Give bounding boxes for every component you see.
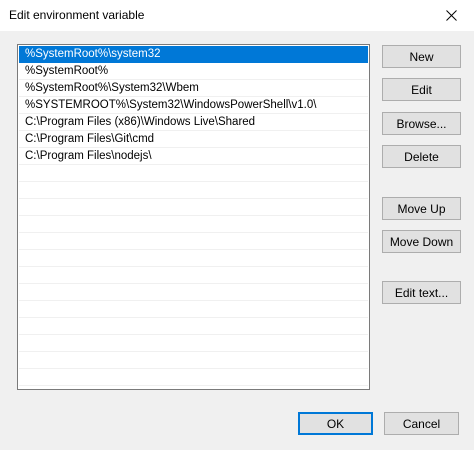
empty-list-row[interactable] — [19, 233, 368, 250]
title-bar: Edit environment variable — [0, 0, 474, 31]
ok-button[interactable]: OK — [298, 412, 373, 435]
empty-list-row[interactable] — [19, 250, 368, 267]
empty-list-row[interactable] — [19, 267, 368, 284]
empty-list-row[interactable] — [19, 301, 368, 318]
empty-list-row[interactable] — [19, 318, 368, 335]
new-button[interactable]: New — [382, 45, 461, 68]
list-item[interactable]: C:\Program Files\Git\cmd — [19, 131, 368, 148]
browse-button[interactable]: Browse... — [382, 112, 461, 135]
move-down-button[interactable]: Move Down — [382, 230, 461, 253]
edit-button[interactable]: Edit — [382, 78, 461, 101]
empty-list-row[interactable] — [19, 284, 368, 301]
close-button[interactable] — [428, 0, 474, 31]
cancel-button[interactable]: Cancel — [384, 412, 459, 435]
list-item[interactable]: %SystemRoot%\system32 — [19, 46, 368, 63]
path-list[interactable]: %SystemRoot%\system32 %SystemRoot% %System… — [17, 44, 370, 390]
list-item[interactable]: C:\Program Files\nodejs\ — [19, 148, 368, 165]
edit-environment-variable-dialog: Edit environment variable %SystemRoot%\s… — [0, 0, 474, 450]
empty-list-row[interactable] — [19, 199, 368, 216]
empty-list-row[interactable] — [19, 335, 368, 352]
empty-list-row[interactable] — [19, 182, 368, 199]
empty-list-row[interactable] — [19, 369, 368, 386]
empty-list-row[interactable] — [19, 165, 368, 182]
window-title: Edit environment variable — [9, 8, 145, 22]
close-icon — [445, 10, 457, 21]
list-item[interactable]: %SystemRoot%\System32\Wbem — [19, 80, 368, 97]
list-item[interactable]: %SYSTEMROOT%\System32\WindowsPowerShell\… — [19, 97, 368, 114]
empty-list-row[interactable] — [19, 216, 368, 233]
list-item[interactable]: C:\Program Files (x86)\Windows Live\Shar… — [19, 114, 368, 131]
list-item[interactable]: %SystemRoot% — [19, 63, 368, 80]
empty-list-row[interactable] — [19, 352, 368, 369]
delete-button[interactable]: Delete — [382, 145, 461, 168]
edit-text-button[interactable]: Edit text... — [382, 281, 461, 304]
move-up-button[interactable]: Move Up — [382, 197, 461, 220]
